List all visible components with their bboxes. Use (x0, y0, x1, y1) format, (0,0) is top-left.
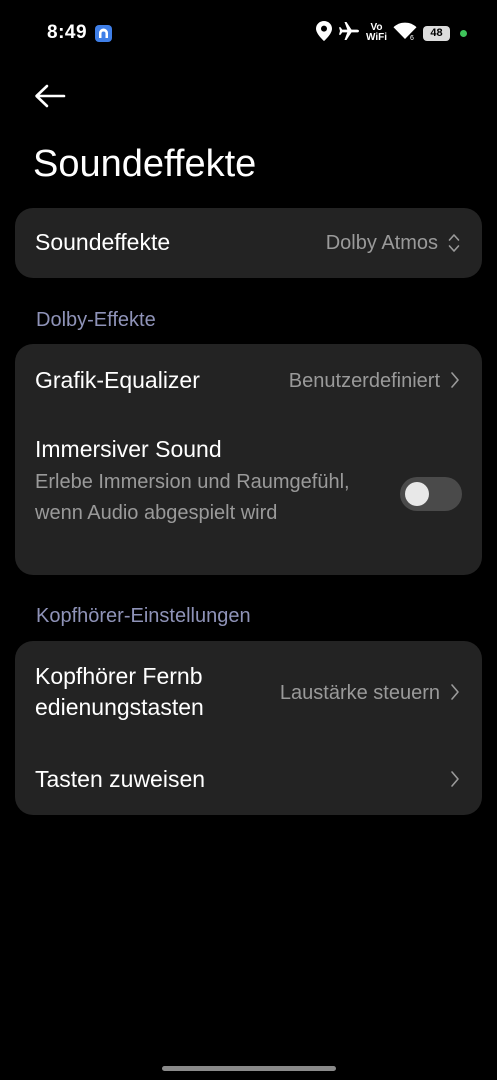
sound-effects-value: Dolby Atmos (325, 232, 438, 254)
chevron-right-icon (450, 769, 460, 794)
dolby-effects-card: Grafik-Equalizer Benutzerdefiniert Immer… (15, 344, 482, 575)
vowifi-indicator: Vo WiFi (366, 23, 387, 43)
airplane-mode-icon (338, 21, 360, 46)
immersive-sound-toggle[interactable] (400, 477, 462, 511)
wifi-icon: 6 (393, 22, 417, 45)
status-icons: Vo WiFi 6 48 (315, 20, 467, 46)
sound-effects-row[interactable]: Soundeffekte Dolby Atmos (15, 208, 482, 278)
headphone-remote-buttons-label: Kopfhörer Fernb edienungstasten (35, 661, 204, 723)
privacy-indicator-dot (460, 29, 467, 37)
back-button[interactable] (30, 80, 70, 112)
headphone-remote-label-line2: edienungstasten (35, 694, 204, 720)
location-icon (315, 20, 332, 46)
chevron-right-icon (450, 370, 460, 395)
headphone-remote-label-line1: Kopfhörer Fernb (35, 663, 203, 689)
assign-buttons-row[interactable]: Tasten zuweisen (15, 745, 482, 815)
graphic-equalizer-row[interactable]: Grafik-Equalizer Benutzerdefiniert (15, 344, 482, 416)
section-header-headphones: Kopfhörer-Einstellungen (36, 605, 251, 627)
graphic-equalizer-label: Grafik-Equalizer (35, 367, 200, 393)
immersive-sound-row[interactable]: Immersiver Sound Erlebe Immersion und Ra… (15, 416, 482, 575)
battery-indicator: 48 (423, 25, 450, 41)
assign-buttons-label: Tasten zuweisen (35, 766, 206, 792)
section-header-dolby: Dolby-Effekte (36, 309, 156, 331)
arrow-left-icon (35, 84, 66, 108)
status-bar: 8:49 Vo WiFi 6 48 (0, 0, 497, 66)
sound-effects-card: Soundeffekte Dolby Atmos (15, 208, 482, 278)
home-indicator[interactable] (162, 1066, 336, 1071)
immersive-sound-label: Immersiver Sound (35, 436, 222, 462)
svg-text:6: 6 (410, 35, 414, 40)
headphone-settings-card: Kopfhörer Fernb edienungstasten Laustärk… (15, 641, 482, 815)
sound-effects-label: Soundeffekte (35, 229, 171, 255)
chevron-up-down-icon (448, 232, 460, 259)
graphic-equalizer-value: Benutzerdefiniert (288, 370, 440, 392)
status-time: 8:49 (47, 22, 88, 43)
headphone-remote-buttons-value: Laustärke steuern (279, 682, 440, 704)
app-notification-icon (95, 25, 112, 42)
immersive-sound-description: Erlebe Immersion und Raumgefühl, wenn Au… (35, 471, 350, 524)
chevron-right-icon (450, 682, 460, 707)
headphone-remote-buttons-row[interactable]: Kopfhörer Fernb edienungstasten Laustärk… (15, 641, 482, 745)
toggle-knob (405, 482, 429, 506)
page-title: Soundeffekte (33, 143, 257, 185)
vowifi-line2: WiFi (365, 32, 387, 43)
